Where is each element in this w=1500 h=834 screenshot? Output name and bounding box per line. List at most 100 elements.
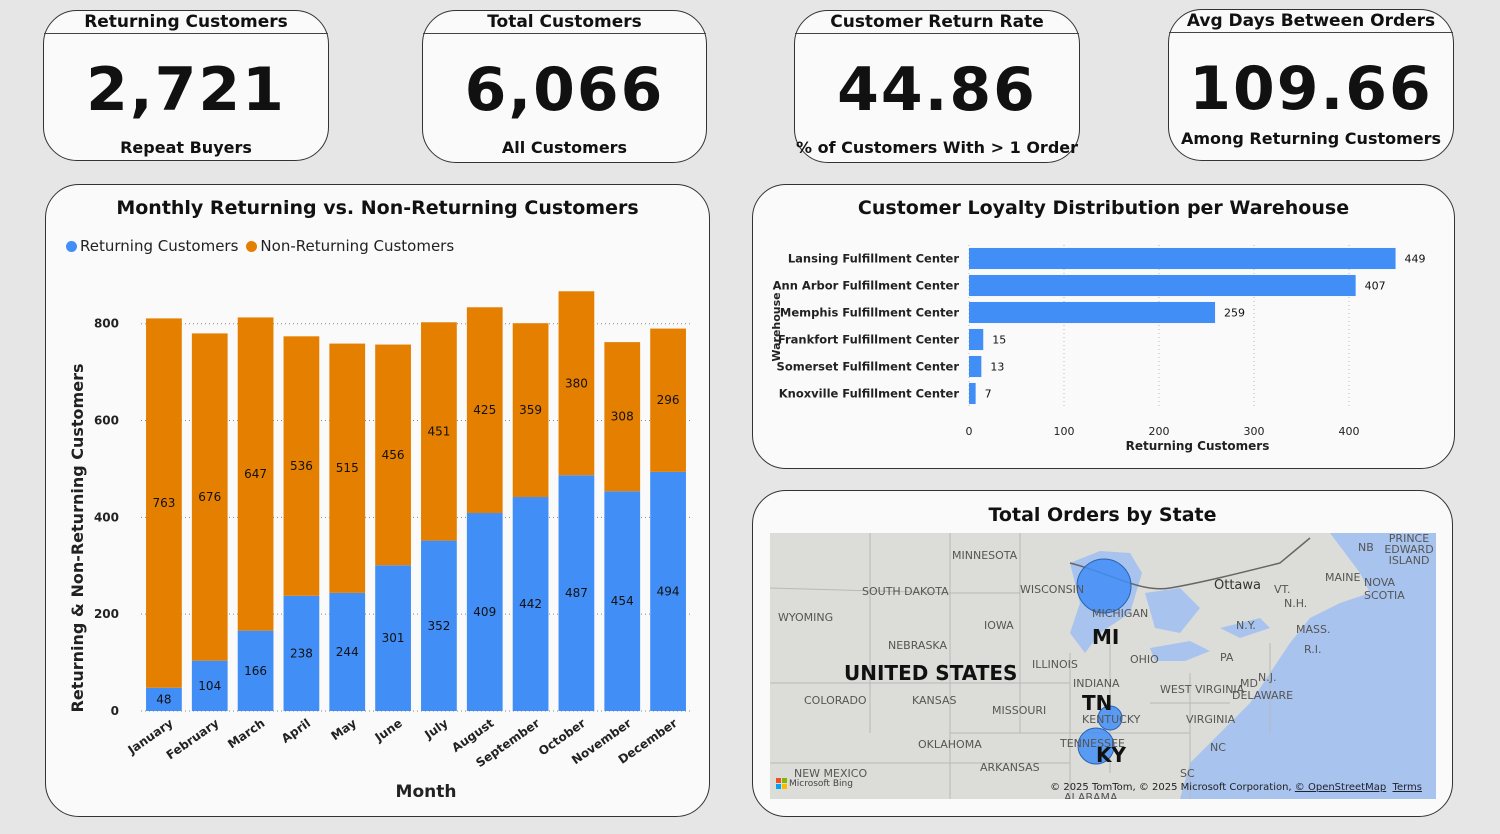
ocean-area (1180, 533, 1436, 799)
kpi-card-avg-days: Avg Days Between Orders 109.66 Among Ret… (1168, 9, 1454, 161)
kpi-subtitle: % of Customers With > 1 Order (795, 138, 1079, 157)
y-tick-label: Lansing Fulfillment Center (788, 252, 959, 266)
warehouse-chart-svg: 0 100 200 300 400 449 Lansing Fulfillment Cent… (770, 245, 1426, 453)
data-label-non-returning: 359 (519, 403, 542, 417)
map-place-label: SOUTH DAKOTA (862, 585, 949, 598)
data-label-returning: 454 (611, 594, 634, 608)
map-place-label: PRINCE EDWARD ISLAND (1384, 533, 1434, 567)
kpi-value: 109.66 (1189, 54, 1433, 124)
x-tick-label: May (328, 716, 359, 743)
bing-label: Microsoft Bing (789, 778, 853, 789)
y-axis-title: Returning & Non-Returning Customers (68, 364, 87, 713)
data-label: 407 (1365, 280, 1386, 293)
map-place-label: MISSOURI (992, 704, 1047, 717)
data-label-returning: 301 (382, 631, 405, 645)
data-label-returning: 104 (198, 679, 221, 693)
microsoft-logo-icon (776, 778, 787, 789)
bar-warehouse (969, 301, 1216, 324)
bar-warehouse (969, 328, 984, 351)
map-place-label: NC (1210, 741, 1226, 754)
x-tick-label: 0 (966, 425, 973, 438)
kpi-subtitle: Among Returning Customers (1180, 129, 1442, 148)
map-place-label: MICHIGAN (1092, 607, 1149, 620)
data-label-non-returning: 676 (198, 490, 221, 504)
map-place-label: WYOMING (778, 611, 834, 624)
map-view[interactable]: MINNESOTA SOUTH DAKOTA WYOMING WISCONSIN MIC… (770, 533, 1436, 799)
data-label-non-returning: 456 (382, 448, 405, 462)
map-place-label: WISCONSIN (1020, 583, 1085, 596)
data-label-returning: 166 (244, 664, 267, 678)
y-tick-label: Memphis Fulfillment Center (780, 306, 959, 320)
data-label-non-returning: 451 (427, 424, 450, 438)
terms-link[interactable]: Terms (1393, 782, 1422, 793)
data-label: 449 (1405, 253, 1426, 266)
x-tick-label: 200 (1149, 425, 1170, 438)
data-label-non-returning: 763 (152, 496, 175, 510)
lake-erie-area (1150, 641, 1210, 661)
monthly-chart-panel: Monthly Returning vs. Non-Returning Cust… (45, 184, 710, 817)
map-attribution: © 2025 TomTom, © 2025 Microsoft Corporat… (1050, 782, 1422, 793)
data-label-returning: 409 (473, 605, 496, 619)
data-label-returning: 487 (565, 586, 588, 600)
data-label: 259 (1224, 307, 1245, 320)
x-tick-label: 400 (1339, 425, 1360, 438)
map-state-mi: MI (1092, 625, 1120, 649)
y-tick-label: Frankfort Fulfillment Center (778, 333, 959, 347)
map-place-label: VIRGINIA (1186, 713, 1236, 726)
kpi-card-return-rate: Customer Return Rate 44.86 % of Customer… (794, 10, 1080, 163)
data-label-non-returning: 380 (565, 376, 588, 390)
bar-warehouse (969, 274, 1356, 297)
data-label-non-returning: 647 (244, 467, 267, 481)
map-panel: Total Orders by State MINNESOTA SOUTH DAK… (752, 490, 1453, 817)
kpi-card-total-customers: Total Customers 6,066 All Customers (422, 10, 707, 163)
data-label-non-returning: 425 (473, 403, 496, 417)
kpi-subtitle: Repeat Buyers (120, 138, 252, 157)
x-axis-title: Returning Customers (1126, 439, 1270, 453)
data-label-returning: 244 (336, 645, 359, 659)
data-label-non-returning: 308 (611, 410, 634, 424)
y-tick-label: 400 (94, 510, 119, 524)
data-label-non-returning: 296 (657, 393, 680, 407)
kpi-title: Total Customers (423, 11, 706, 34)
map-place-label: MINNESOTA (952, 549, 1018, 562)
map-state-ky: KY (1096, 743, 1126, 767)
map-place-label: NOVA SCOTIA (1364, 576, 1405, 602)
map-place-label: OKLAHOMA (918, 738, 982, 751)
bing-logo: Microsoft Bing (776, 778, 853, 789)
map-place-label: SC (1180, 767, 1195, 780)
x-tick-label: 100 (1054, 425, 1075, 438)
map-place-label: PA (1220, 651, 1234, 664)
map-place-label: DELAWARE (1232, 689, 1294, 702)
kpi-title: Customer Return Rate (795, 11, 1079, 34)
map-place-label: KANSAS (912, 694, 957, 707)
x-axis-title: Month (396, 782, 457, 802)
data-label-returning: 238 (290, 646, 313, 660)
map-place-label: N.H. (1284, 597, 1308, 610)
bar-warehouse (969, 247, 1396, 270)
data-label: 7 (985, 388, 992, 401)
data-label-returning: 494 (657, 584, 680, 598)
map-state-tn: TN (1082, 691, 1113, 715)
openstreetmap-link[interactable]: © OpenStreetMap (1295, 782, 1386, 793)
y-tick-label: 800 (94, 317, 119, 331)
x-tick-label: July (421, 716, 450, 742)
kpi-card-returning-customers: Returning Customers 2,721 Repeat Buyers (43, 10, 329, 161)
map-place-label: NB (1358, 541, 1374, 554)
y-tick-label: Ann Arbor Fulfillment Center (773, 279, 960, 293)
y-axis-title: Warehouse (770, 292, 783, 361)
bubble-mi (1076, 558, 1132, 614)
y-tick-label: Somerset Fulfillment Center (777, 360, 960, 374)
data-label-non-returning: 515 (336, 461, 359, 475)
data-label-returning: 352 (427, 619, 450, 633)
kpi-value: 6,066 (464, 55, 665, 125)
map-place-label: N.Y. (1236, 619, 1256, 632)
y-tick-label: 0 (111, 704, 119, 718)
map-place-label: ILLINOIS (1032, 658, 1078, 671)
x-tick-label: March (225, 716, 267, 751)
map-place-label: VT. (1274, 583, 1291, 596)
map-place-label: NEBRASKA (888, 639, 947, 652)
y-tick-label: 600 (94, 414, 119, 428)
map-place-label: IOWA (984, 619, 1014, 632)
y-tick-label: Knoxville Fulfillment Center (779, 387, 960, 401)
lake-huron-area (1145, 588, 1200, 633)
